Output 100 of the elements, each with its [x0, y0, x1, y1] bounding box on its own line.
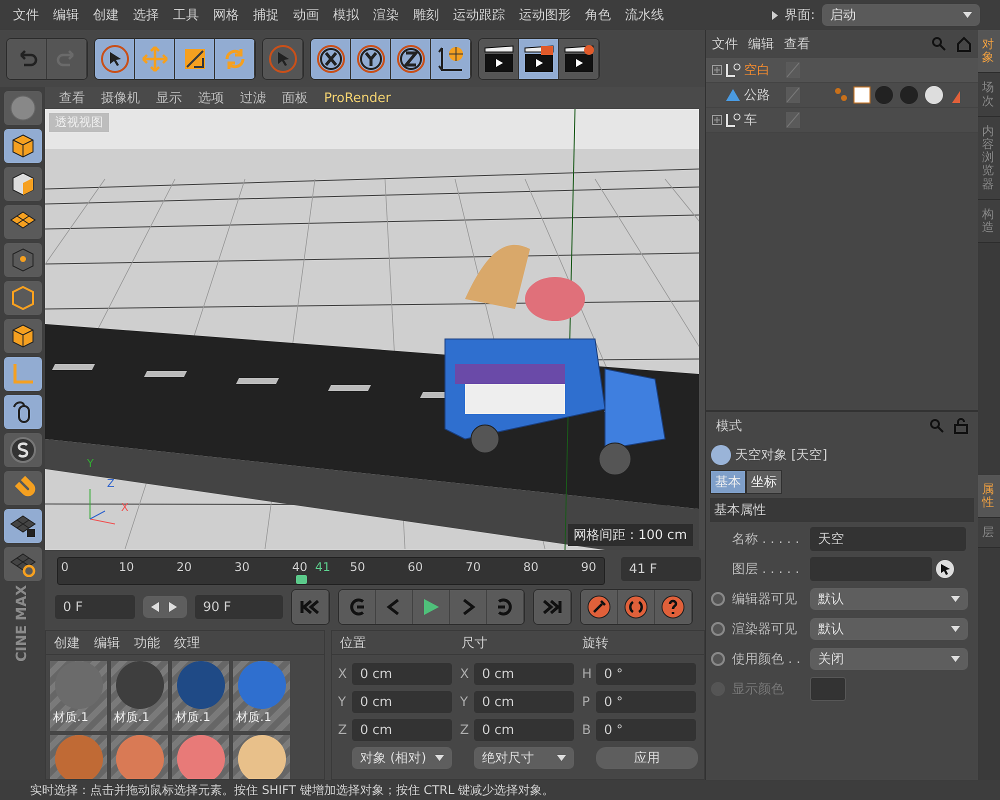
panel-menu-item[interactable]: 模式 — [716, 417, 742, 435]
axis-name: H — [582, 666, 593, 682]
object-row[interactable]: 空白 — [706, 58, 978, 83]
menu-item[interactable]: 创建 — [86, 6, 126, 24]
panel-menu-item[interactable]: 文件 — [712, 35, 738, 53]
mode-dropdown[interactable]: 对象 (相对) — [352, 747, 452, 769]
coordinate-field[interactable]: 0 ° — [596, 663, 696, 685]
tool-button[interactable] — [4, 319, 42, 353]
lock-icon — [954, 418, 968, 434]
key-button[interactable] — [581, 590, 618, 624]
key-button[interactable] — [655, 590, 692, 624]
tool-button[interactable] — [4, 509, 42, 543]
toolbar-button[interactable] — [431, 38, 471, 78]
cursor-icon — [935, 559, 955, 579]
start-frame-field[interactable]: 0 F — [55, 595, 135, 619]
coordinate-field[interactable]: 0 cm — [352, 719, 452, 741]
tool-button[interactable] — [4, 205, 42, 239]
tool-button[interactable] — [4, 243, 42, 277]
menu-item[interactable]: 角色 — [578, 6, 618, 24]
object-name: 公路 — [744, 87, 770, 104]
key-button[interactable] — [618, 590, 655, 624]
viewport-menu-item[interactable]: 过滤 — [234, 89, 272, 107]
menu-item[interactable]: 渲染 — [366, 6, 406, 24]
viewport-menu-item[interactable]: 显示 — [150, 89, 188, 107]
attribute-label: 使用颜色 . . — [732, 651, 802, 668]
material-swatch[interactable]: 材质.1 — [172, 661, 229, 731]
material-swatch[interactable]: 材质.1 — [111, 661, 168, 731]
panel-menu-item[interactable]: 编辑 — [94, 634, 120, 652]
name-field[interactable]: 天空 — [810, 527, 966, 551]
menu-item[interactable]: 运动跟踪 — [446, 6, 512, 24]
menu-item[interactable]: 运动图形 — [512, 6, 578, 24]
menu-item[interactable]: 编辑 — [46, 6, 86, 24]
tool-button[interactable] — [4, 395, 42, 429]
coordinate-field[interactable]: 0 cm — [474, 719, 574, 741]
coordinate-field[interactable]: 0 cm — [352, 691, 452, 713]
coordinate-field[interactable]: 0 ° — [596, 691, 696, 713]
playback-button[interactable] — [339, 590, 376, 624]
menu-item[interactable]: 捕捉 — [246, 6, 286, 24]
interface-dropdown[interactable]: 启动 — [822, 4, 980, 26]
menu-item[interactable]: 工具 — [166, 6, 206, 24]
coordinate-field[interactable]: 0 cm — [474, 691, 574, 713]
viewport-menu-item[interactable]: ProRender — [318, 90, 397, 106]
menu-item[interactable]: 模拟 — [326, 6, 366, 24]
value-dropdown[interactable]: 默认 — [810, 588, 968, 610]
tick-label: 80 — [523, 560, 538, 574]
toolbar-button[interactable] — [95, 38, 135, 78]
material-swatch[interactable]: 材质.1 — [50, 661, 107, 731]
object-row[interactable]: 公路 — [706, 83, 978, 108]
value-dropdown[interactable]: 默认 — [810, 618, 968, 640]
playback-button[interactable] — [413, 590, 450, 624]
panel-menu-item[interactable]: 纹理 — [174, 634, 200, 652]
frame-field[interactable]: 41 F — [621, 557, 701, 581]
sphere-icon — [8, 94, 36, 122]
playback-button[interactable] — [450, 590, 487, 624]
toolbar-button[interactable] — [391, 38, 431, 78]
tool-button[interactable] — [4, 167, 42, 201]
tick-label: 40 — [292, 560, 308, 574]
tool-button[interactable] — [4, 547, 42, 581]
timeline-ruler[interactable]: 0 10 20 30 40 41 50 60 70 80 90 — [57, 557, 605, 585]
toolbar-button[interactable] — [351, 38, 391, 78]
object-row[interactable]: 车 — [706, 108, 978, 133]
apply-button[interactable]: 应用 — [596, 747, 698, 769]
axis-label: Y — [87, 457, 94, 470]
toolbar-button[interactable] — [479, 38, 519, 78]
size-mode-dropdown[interactable]: 绝对尺寸 — [474, 747, 574, 769]
menu-item[interactable]: 选择 — [126, 6, 166, 24]
end-frame-field[interactable]: 90 F — [195, 595, 283, 619]
toolbar-button[interactable] — [311, 38, 351, 78]
tool-button[interactable] — [4, 433, 42, 467]
panel-menu-item[interactable]: 编辑 — [748, 35, 774, 53]
color-swatch[interactable] — [810, 677, 846, 701]
toolbar-button[interactable] — [519, 38, 559, 78]
menu-item[interactable]: 雕刻 — [406, 6, 446, 24]
clapperboard-icon — [482, 44, 514, 74]
tool-button[interactable] — [4, 129, 42, 163]
coordinate-field[interactable]: 0 ° — [596, 719, 696, 741]
menu-item[interactable]: 流水线 — [618, 6, 671, 24]
coordinate-field[interactable]: 0 cm — [352, 663, 452, 685]
viewport-menu-item[interactable]: 选项 — [192, 89, 230, 107]
caret-icon — [435, 755, 444, 761]
menu-item[interactable]: 动画 — [286, 6, 326, 24]
side-tab[interactable]: 属性 — [978, 474, 1000, 518]
material-swatch[interactable]: 材质.1 — [233, 661, 290, 731]
menu-item[interactable]: 文件 — [6, 6, 46, 24]
clapperboard-icon — [522, 44, 554, 74]
playback-button[interactable] — [376, 590, 413, 624]
menu-item[interactable]: 网格 — [206, 6, 246, 24]
panel-menu-item[interactable]: 创建 — [54, 634, 80, 652]
range-arrows-button[interactable] — [143, 596, 187, 618]
side-tab[interactable]: 对象 — [978, 30, 1000, 74]
value-dropdown[interactable]: 关闭 — [810, 648, 968, 670]
viewport-menu-item[interactable]: 面板 — [276, 89, 314, 107]
viewport-menu-item[interactable]: 摄像机 — [95, 89, 146, 107]
playhead[interactable] — [296, 575, 308, 584]
panel-menu-item[interactable]: 查看 — [784, 35, 810, 53]
playback-button[interactable] — [487, 590, 524, 624]
viewport-menu-item[interactable]: 查看 — [53, 89, 91, 107]
attribute-tab[interactable]: 坐标 — [746, 470, 782, 494]
coordinate-field[interactable]: 0 cm — [474, 663, 574, 685]
panel-menu-item[interactable]: 功能 — [134, 634, 160, 652]
